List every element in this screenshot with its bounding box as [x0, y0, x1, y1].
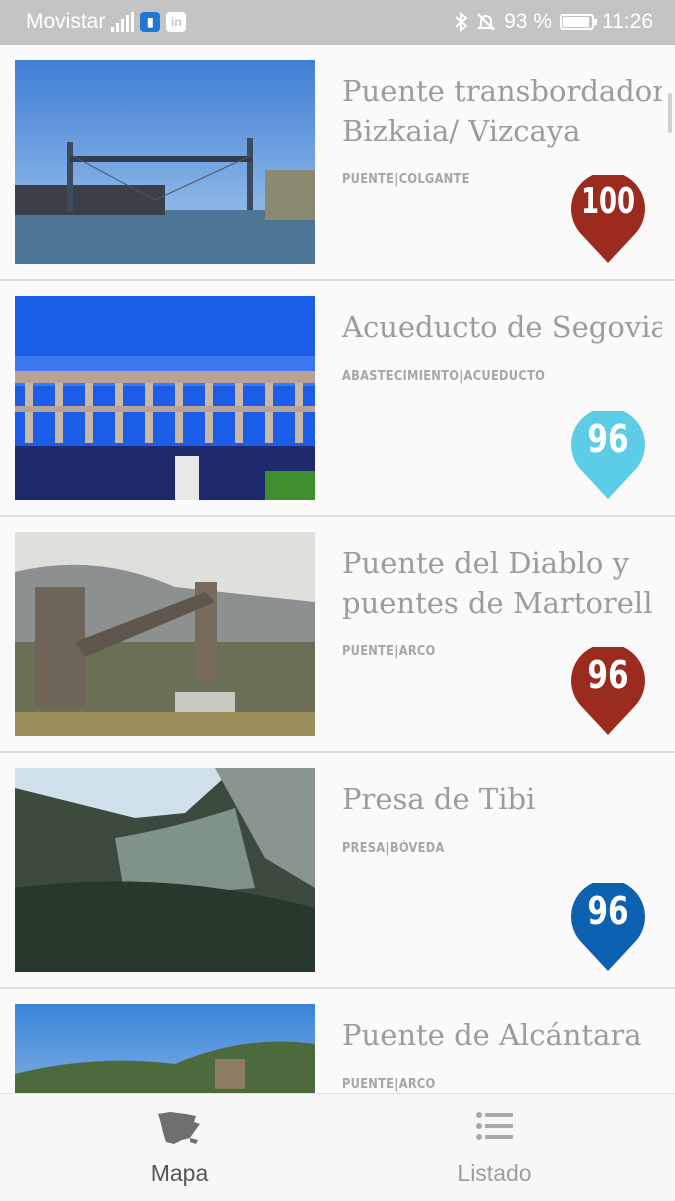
bluetooth-icon: [455, 12, 468, 32]
item-thumbnail: [15, 1004, 315, 1093]
item-category: PUENTE|ARCO: [342, 1077, 436, 1092]
item-category: ABASTECIMIENTO|ACUEDUCTO: [342, 369, 546, 384]
score-pin: 96: [570, 647, 646, 735]
spain-map-icon: [158, 1112, 200, 1144]
status-bar-right: 93 % 11:26: [454, 10, 653, 34]
score-pin: 100: [570, 175, 646, 263]
list-icon: [476, 1112, 513, 1140]
score-value: 96: [587, 417, 629, 461]
item-title-line: Bizkaia/ Vizcaya: [342, 114, 581, 148]
score-value: 96: [587, 653, 629, 697]
status-bar: Movistar ▮ in 93 % 11:26: [0, 0, 675, 45]
score-value: 100: [580, 181, 636, 222]
bell-muted-icon: [476, 13, 496, 31]
list-item[interactable]: Puente transbordador Bizkaia/ Vizcaya PU…: [0, 45, 675, 281]
item-category: PUENTE|ARCO: [342, 644, 436, 659]
shield-app-icon: ▮: [140, 12, 161, 32]
list-item[interactable]: Puente del Diablo y puentes de Martorell…: [0, 517, 675, 753]
item-thumbnail: [15, 768, 315, 972]
item-title-line: Acueducto de Segovia: [342, 310, 662, 344]
linkedin-icon: in: [166, 12, 187, 32]
item-thumbnail: [15, 296, 315, 500]
tab-listado-label: Listado: [457, 1160, 532, 1186]
list-item[interactable]: Puente de Alcántara PUENTE|ARCO: [0, 989, 675, 1093]
item-title: Presa de Tibi: [342, 779, 662, 819]
tab-mapa[interactable]: Mapa: [11, 1094, 348, 1201]
scrollbar[interactable]: [668, 93, 672, 133]
item-thumbnail: [15, 532, 315, 736]
item-category: PUENTE|COLGANTE: [342, 172, 470, 187]
score-value: 96: [587, 889, 629, 933]
bottom-navigation: Mapa Listado: [0, 1093, 675, 1200]
score-pin: 96: [570, 411, 646, 499]
tab-mapa-label: Mapa: [150, 1160, 209, 1186]
battery-percent: 93 %: [504, 10, 552, 33]
status-bar-left: Movistar ▮ in: [26, 10, 187, 34]
item-title: Puente de Alcántara: [342, 1015, 662, 1055]
item-title-line: Presa de Tibi: [342, 782, 536, 816]
item-title-line: Puente transbordador: [342, 74, 662, 108]
battery-icon: [560, 14, 597, 30]
item-thumbnail: [15, 60, 315, 264]
item-title: Acueducto de Segovia: [342, 307, 662, 347]
monument-list[interactable]: Puente transbordador Bizkaia/ Vizcaya PU…: [0, 45, 675, 1093]
item-title-line: puentes de Martorell: [342, 586, 653, 620]
signal-bars-icon: [111, 12, 135, 32]
list-item[interactable]: Acueducto de Segovia ABASTECIMIENTO|ACUE…: [0, 281, 675, 517]
clock: 11:26: [602, 10, 653, 33]
item-category: PRESA|BÓVEDA: [342, 841, 445, 856]
carrier-name: Movistar: [26, 10, 106, 33]
item-title-line: Puente del Diablo y: [342, 546, 629, 580]
tab-listado[interactable]: Listado: [326, 1094, 663, 1201]
list-item[interactable]: Presa de Tibi PRESA|BÓVEDA 96: [0, 753, 675, 989]
item-title: Puente transbordador Bizkaia/ Vizcaya: [342, 71, 662, 151]
item-title: Puente del Diablo y puentes de Martorell: [342, 543, 662, 623]
item-title-line: Puente de Alcántara: [342, 1018, 642, 1052]
score-pin: 96: [570, 883, 646, 971]
